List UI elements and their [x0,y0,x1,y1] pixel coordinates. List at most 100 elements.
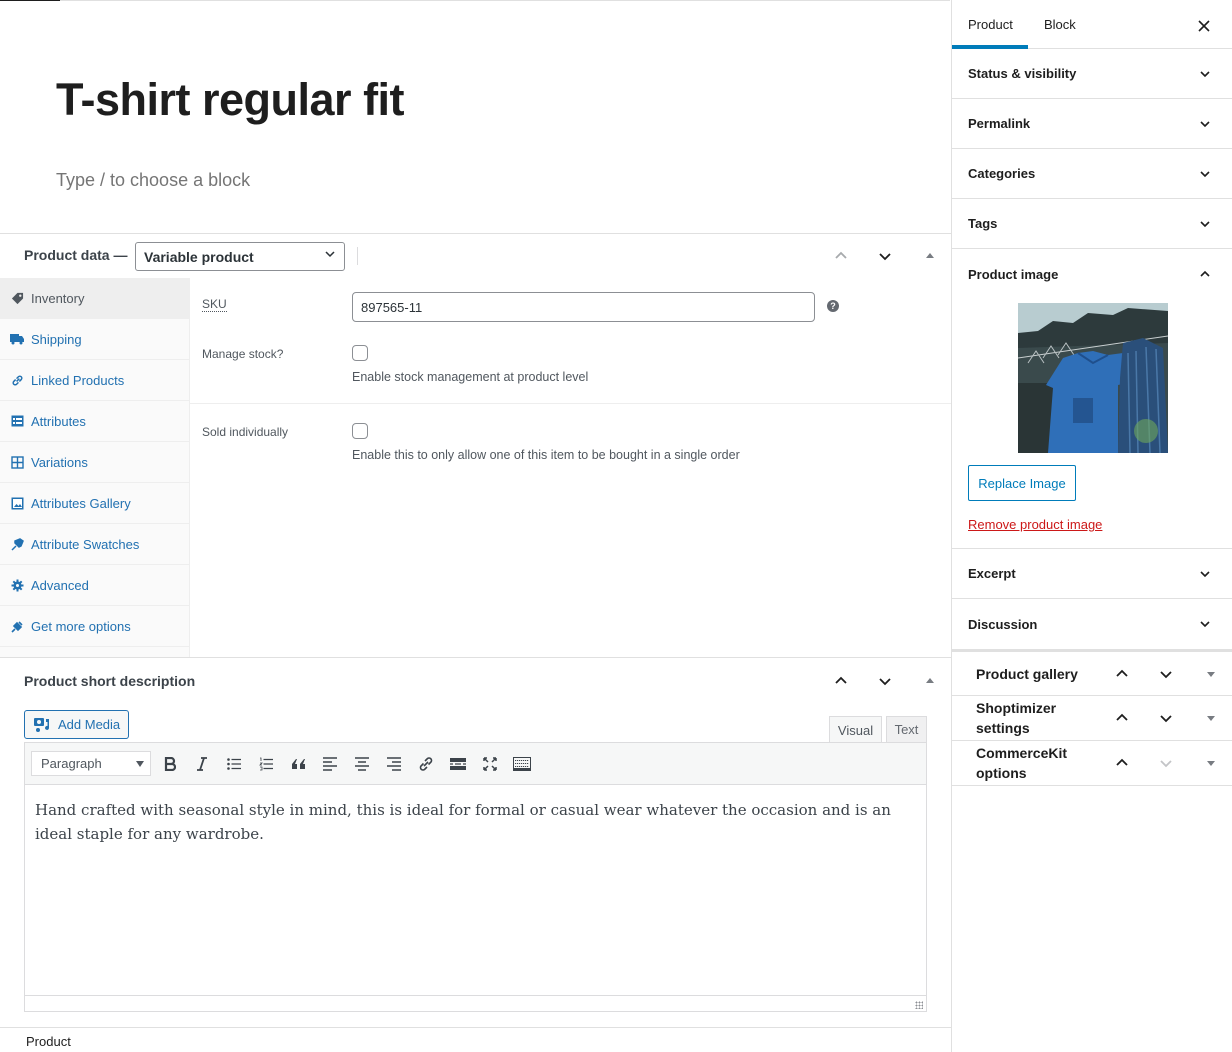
move-up-button[interactable] [829,244,853,268]
block-appender[interactable]: Type / to choose a block [56,170,250,191]
inventory-panel: SKU ? Manage stock? Enable stock managem… [190,278,951,658]
chevron-down-icon [1200,571,1210,578]
link-button[interactable] [414,752,438,776]
tab-attribute-swatches[interactable]: Attribute Swatches [0,524,189,565]
panel-categories[interactable]: Categories [952,149,1232,199]
truck-icon [10,332,24,346]
product-type-select[interactable]: Variable product [135,242,345,271]
tab-visual[interactable]: Visual [829,716,882,744]
short-description-metabox: Product short description Add Media Visu… [0,657,951,1027]
chevron-up-icon [1116,713,1128,721]
close-sidebar-button[interactable] [1192,14,1216,38]
header-separator [357,247,358,265]
align-left-button[interactable] [318,752,342,776]
align-right-button[interactable] [382,752,406,776]
toggle-panel-button[interactable] [1201,708,1221,728]
chevron-down-icon [325,251,335,258]
blockquote-button[interactable] [286,752,310,776]
move-up-button[interactable] [1112,664,1132,684]
sku-input[interactable] [352,292,815,322]
tab-inventory[interactable]: Inventory [0,278,189,319]
tab-linked-products[interactable]: Linked Products [0,360,189,401]
list-icon [10,414,24,428]
tab-label: Attributes Gallery [31,495,131,511]
sidebar-tabs: Product Block [952,0,1232,49]
caret-down-icon [136,761,144,767]
move-up-button[interactable] [1112,753,1132,773]
toolbar-toggle-button[interactable] [510,752,534,776]
panel-discussion[interactable]: Discussion [952,599,1232,649]
move-up-button[interactable] [1112,708,1132,728]
move-up-button[interactable] [829,669,853,693]
format-select[interactable]: Paragraph [31,751,151,776]
editor-content[interactable]: Hand crafted with seasonal style in mind… [35,798,915,846]
panel-title: Status & visibility [968,66,1077,81]
resize-handle[interactable] [915,1001,923,1009]
remove-image-link[interactable]: Remove product image [968,517,1102,532]
breadcrumb-item[interactable]: Product [26,1034,71,1049]
tab-attributes-gallery[interactable]: Attributes Gallery [0,483,189,524]
panel-status-visibility[interactable]: Status & visibility [952,49,1232,99]
rich-text-editor: Paragraph Hand crafted with seasonal sty… [24,742,927,1012]
panel-permalink[interactable]: Permalink [952,99,1232,149]
tab-variations[interactable]: Variations [0,442,189,483]
align-center-button[interactable] [350,752,374,776]
italic-button[interactable] [190,752,214,776]
tab-text[interactable]: Text [886,716,927,743]
tab-get-more-options[interactable]: Get more options [0,606,189,647]
panel-excerpt[interactable]: Excerpt [952,549,1232,599]
help-icon[interactable]: ? [827,300,839,312]
manage-stock-checkbox[interactable] [352,345,368,361]
product-image-thumbnail[interactable] [1018,303,1168,453]
close-icon [1198,20,1210,32]
toggle-panel-button[interactable] [918,669,942,693]
tab-label: Get more options [31,618,131,634]
numbered-list-button[interactable] [254,752,278,776]
product-data-label: Product data — [24,247,128,263]
panel-tags[interactable]: Tags [952,199,1232,249]
toggle-panel-button[interactable] [1201,664,1221,684]
product-data-metabox: Product data — Variable product Inventor… [0,233,951,658]
tab-label: Shipping [31,331,82,347]
toggle-panel-button[interactable] [918,244,942,268]
metabox-title[interactable]: CommerceKit options [976,743,1086,783]
read-more-icon [450,758,466,770]
tab-label: Advanced [31,577,89,593]
tab-label: Inventory [31,290,85,306]
metabox-title[interactable]: Product gallery [976,664,1078,684]
panel-title: Excerpt [968,566,1016,581]
metabox-title[interactable]: Shoptimizer settings [976,698,1086,738]
tab-shipping[interactable]: Shipping [0,319,189,360]
replace-image-button[interactable]: Replace Image [968,465,1076,501]
bold-button[interactable] [158,752,182,776]
bullet-list-button[interactable] [222,752,246,776]
gear-icon [10,578,24,592]
tab-label: Variations [31,454,88,470]
format-value: Paragraph [41,756,102,771]
chevron-up-icon[interactable] [1198,267,1212,281]
toggle-panel-button[interactable] [1201,753,1221,773]
panel-title: Permalink [968,116,1031,131]
tab-attributes[interactable]: Attributes [0,401,189,442]
tab-advanced[interactable]: Advanced [0,565,189,606]
move-down-button[interactable] [873,669,897,693]
panel-title[interactable]: Product image [968,267,1058,282]
divider [190,403,951,404]
move-down-button[interactable] [1156,708,1176,728]
tab-block[interactable]: Block [1044,0,1076,48]
chevron-down-icon [1160,671,1172,679]
move-down-button[interactable] [1156,753,1176,773]
move-down-button[interactable] [1156,664,1176,684]
post-title[interactable]: T-shirt regular fit [56,74,405,126]
move-down-button[interactable] [873,244,897,268]
product-type-value: Variable product [144,249,254,265]
metabox-product-gallery: Product gallery [952,652,1232,696]
align-center-icon [355,757,369,771]
product-data-header: Product data — Variable product [0,234,951,278]
fullscreen-button[interactable] [478,752,502,776]
read-more-button[interactable] [446,752,470,776]
sold-individually-checkbox[interactable] [352,423,368,439]
tab-product[interactable]: Product [952,0,1028,49]
sku-label: SKU [202,297,227,312]
add-media-button[interactable]: Add Media [24,710,129,739]
